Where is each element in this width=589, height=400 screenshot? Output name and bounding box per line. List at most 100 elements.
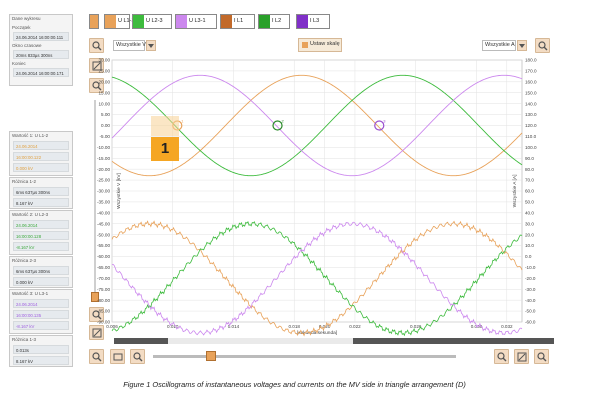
zoom-reset-button[interactable] (89, 38, 104, 53)
channel-chip-i-l2[interactable]: I L2 (258, 14, 290, 29)
channel-color-swatch (259, 15, 270, 28)
channel-label: I L2 (272, 18, 282, 24)
chevron-down-icon (519, 44, 525, 48)
oscillogram-chart: 30.00 25.00 20.00 15.00 10.00 5.00 0.00 -5.00 -1… (97, 58, 537, 337)
magnifier-icon (537, 352, 547, 362)
bottom-edit-button[interactable] (110, 349, 125, 364)
y-tick-label-left: -80.00 (97, 298, 110, 303)
channel-chip-i-l3[interactable]: I L3 (296, 14, 330, 29)
right-axis-select[interactable]: Wszystkie A (482, 40, 516, 51)
x-tick-label: 0.018 (288, 324, 300, 329)
y-tick-label-right: 100.0 (525, 145, 537, 150)
start-label: Początek (12, 25, 31, 30)
y-tick-label-left: -40.00 (97, 210, 110, 215)
difference-1-3-time: 0.013s (13, 345, 69, 354)
end-label: Koniec (12, 61, 26, 66)
x-tick-label: 0.032 (501, 324, 513, 329)
cursor-2-date: 24.06.2014 (13, 220, 69, 229)
right-zoom-in-button[interactable] (494, 349, 509, 364)
cursor-marker-number: 1 (160, 140, 170, 157)
right-zoom-out-button[interactable] (534, 349, 549, 364)
cursor-3-time: 16:00:00.135 (13, 310, 69, 319)
set-scale-label: Ustaw skalę (310, 41, 340, 47)
channel-color-swatch (133, 15, 144, 28)
time-slider-handle[interactable] (206, 351, 216, 361)
left-axis-dropdown-button[interactable] (146, 40, 156, 51)
y-tick-label-right: -50.0 (525, 309, 536, 314)
cursor-1-title: Wartość 1: U L1-2 (12, 133, 49, 138)
y-tick-label-right: 80.0 (525, 167, 534, 172)
bottom-zoom-button[interactable] (89, 349, 104, 364)
y-tick-label-left: -15.00 (97, 156, 110, 161)
y-tick-label-right: 10.0 (525, 243, 534, 248)
channel-color-swatch (105, 15, 116, 28)
horizontal-scroll-thumb[interactable] (168, 338, 353, 344)
y-tick-label-left: -60.00 (97, 254, 110, 259)
difference-2-3-value: 0.000 kV (13, 277, 69, 286)
right-edit-button[interactable] (514, 349, 529, 364)
cursor-2-time: 16:00:00.128 (13, 231, 69, 240)
cursor-3-value: -8.167 kV (13, 321, 69, 330)
difference-1-3-value: 8.167 kV (13, 356, 69, 365)
window-value: 20ms 833µs 300ns (13, 50, 69, 59)
channel-color-swatch (297, 15, 308, 28)
scale-icon (302, 42, 308, 48)
y-tick-label-left: -70.00 (97, 276, 110, 281)
difference-1-3-title: Różnica 1-3 (12, 337, 37, 342)
x-tick-label: 0.006 (106, 324, 118, 329)
difference-1-2-title: Różnica 1-2 (12, 179, 37, 184)
y-tick-label-left: -5.00 (100, 134, 111, 139)
y-tick-label-right: -30.0 (525, 287, 536, 292)
y-tick-label-right: 160.0 (525, 79, 537, 84)
cursor-2-title: Wartość 2: U L2-3 (12, 212, 49, 217)
difference-2-3-title: Różnica 2-3 (12, 258, 37, 263)
y-tick-label-right: -60.0 (525, 320, 536, 325)
info-panel-title: Dane wykresu (12, 16, 41, 21)
y-tick-label-left: 10.00 (99, 101, 111, 106)
difference-1-2-panel: Różnica 1-2 6ms 637µs 300ns 8.167 kV (9, 177, 73, 209)
time-slider-track[interactable] (153, 355, 456, 358)
edit-icon (517, 352, 527, 362)
magnifier-icon (497, 352, 507, 362)
y-tick-label-left: 20.00 (99, 79, 111, 84)
horizontal-scroll-bar[interactable] (114, 338, 554, 344)
right-axis-dropdown-button[interactable] (517, 40, 527, 51)
cursor-1-value: 0.000 kV (13, 163, 69, 172)
channel-chip-1[interactable] (89, 14, 99, 29)
y-tick-label-right: 110.0 (525, 134, 537, 139)
y-tick-label-right: 30.0 (525, 221, 534, 226)
bottom-zoom-out-button[interactable] (130, 349, 145, 364)
channel-chip-u-l2-3[interactable]: U L2-3 (132, 14, 172, 29)
left-axis-select[interactable]: Wszystkie V (113, 40, 146, 51)
y-tick-label-right: 170.0 (525, 69, 537, 74)
difference-1-3-panel: Różnica 1-3 0.013s 8.167 kV (9, 335, 73, 367)
y-tick-label-right: 130.0 (525, 112, 537, 117)
y-tick-label-left: -50.00 (97, 232, 110, 237)
magnifier-icon (92, 41, 102, 51)
cursor-2-value: -8.167 kV (13, 242, 69, 251)
y-tick-label-left: -55.00 (97, 243, 110, 248)
set-scale-button[interactable]: Ustaw skalę (298, 38, 342, 52)
channel-color-swatch (176, 15, 187, 28)
y-tick-label-right: 120.0 (525, 123, 537, 128)
channel-chip-i-l1[interactable]: I L1 (220, 14, 255, 29)
cursor-marker-highlight (151, 116, 179, 136)
channel-chip-u-l1-2[interactable]: U L1-2 (104, 14, 135, 29)
y-tick-label-right: 140.0 (525, 101, 537, 106)
cursor-1-date: 24.06.2014 (13, 141, 69, 150)
y-tick-label-left: -35.00 (97, 200, 110, 205)
difference-1-2-time: 6ms 637µs 300ns (13, 187, 69, 196)
chevron-down-icon (148, 44, 154, 48)
channel-label: I L1 (234, 18, 244, 24)
y-tick-label-left: -25.00 (97, 178, 110, 183)
y-tick-label-right: 180.0 (525, 58, 537, 63)
y-tick-label-left: -10.00 (97, 145, 110, 150)
y-tick-label-right: -40.0 (525, 298, 536, 303)
cursor-value-3-panel: Wartość 3: U L3-1 24.06.2014 16:00:00.13… (9, 289, 73, 334)
start-value: 24.06.2014 16:00:00.111 (13, 32, 69, 41)
zoom-right-button[interactable] (535, 38, 550, 53)
channel-chip-u-l3-1[interactable]: U L3-1 (175, 14, 217, 29)
y-tick-label-right: 150.0 (525, 90, 537, 95)
y-tick-label-right: 50.0 (525, 200, 534, 205)
channel-color-swatch (221, 15, 232, 28)
